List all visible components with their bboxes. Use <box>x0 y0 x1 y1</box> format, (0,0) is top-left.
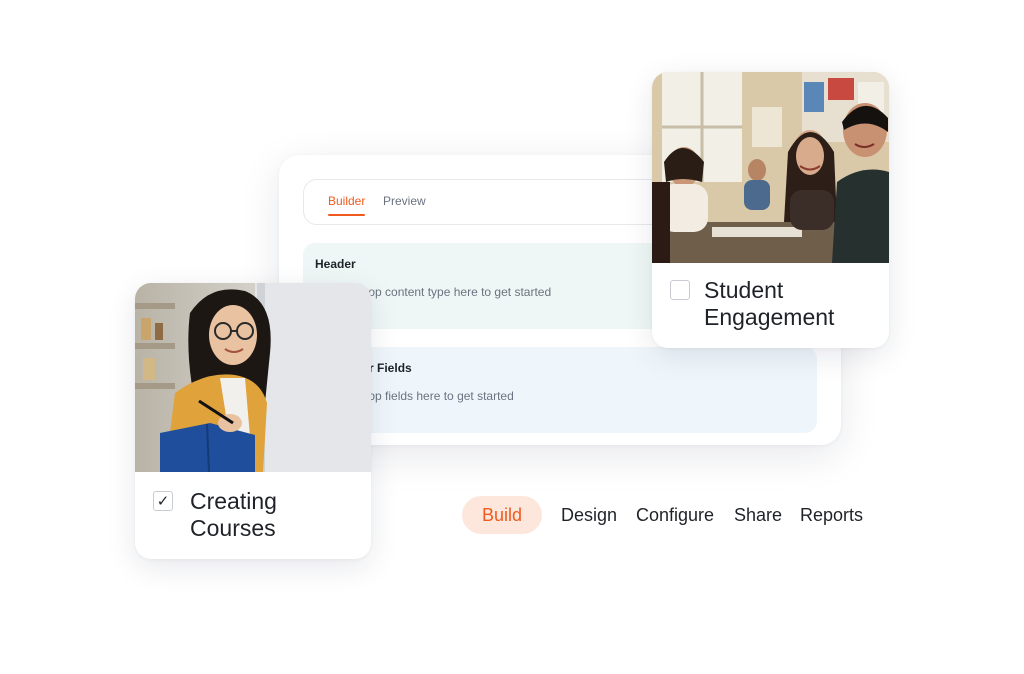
student-engagement-label: Student Engagement <box>704 277 835 330</box>
nav-build[interactable]: Build <box>462 496 542 534</box>
tab-preview[interactable]: Preview <box>383 194 426 208</box>
student-engagement-card: Student Engagement <box>652 72 889 348</box>
classroom-illustration <box>652 72 889 263</box>
creating-courses-checkbox[interactable]: ✓ <box>153 491 173 511</box>
student-writing-illustration <box>135 283 371 472</box>
nav-reports[interactable]: Reports <box>800 496 863 534</box>
student-engagement-checkbox[interactable] <box>670 280 690 300</box>
calculator-fields-drop-zone[interactable]: Calculator Fields Drag & Drop fields her… <box>303 347 817 433</box>
calculator-zone-title: Calculator Fields <box>315 361 412 375</box>
calculator-zone-hint: Drag & Drop fields here to get started <box>315 389 514 403</box>
student-writing-photo <box>135 283 371 472</box>
tab-builder[interactable]: Builder <box>328 194 366 216</box>
creating-courses-label: Creating Courses <box>190 488 277 541</box>
creating-courses-card: ✓ Creating Courses <box>135 283 371 559</box>
nav-configure[interactable]: Configure <box>636 496 714 534</box>
classroom-photo <box>652 72 889 263</box>
nav-share[interactable]: Share <box>734 496 782 534</box>
nav-design[interactable]: Design <box>561 496 617 534</box>
